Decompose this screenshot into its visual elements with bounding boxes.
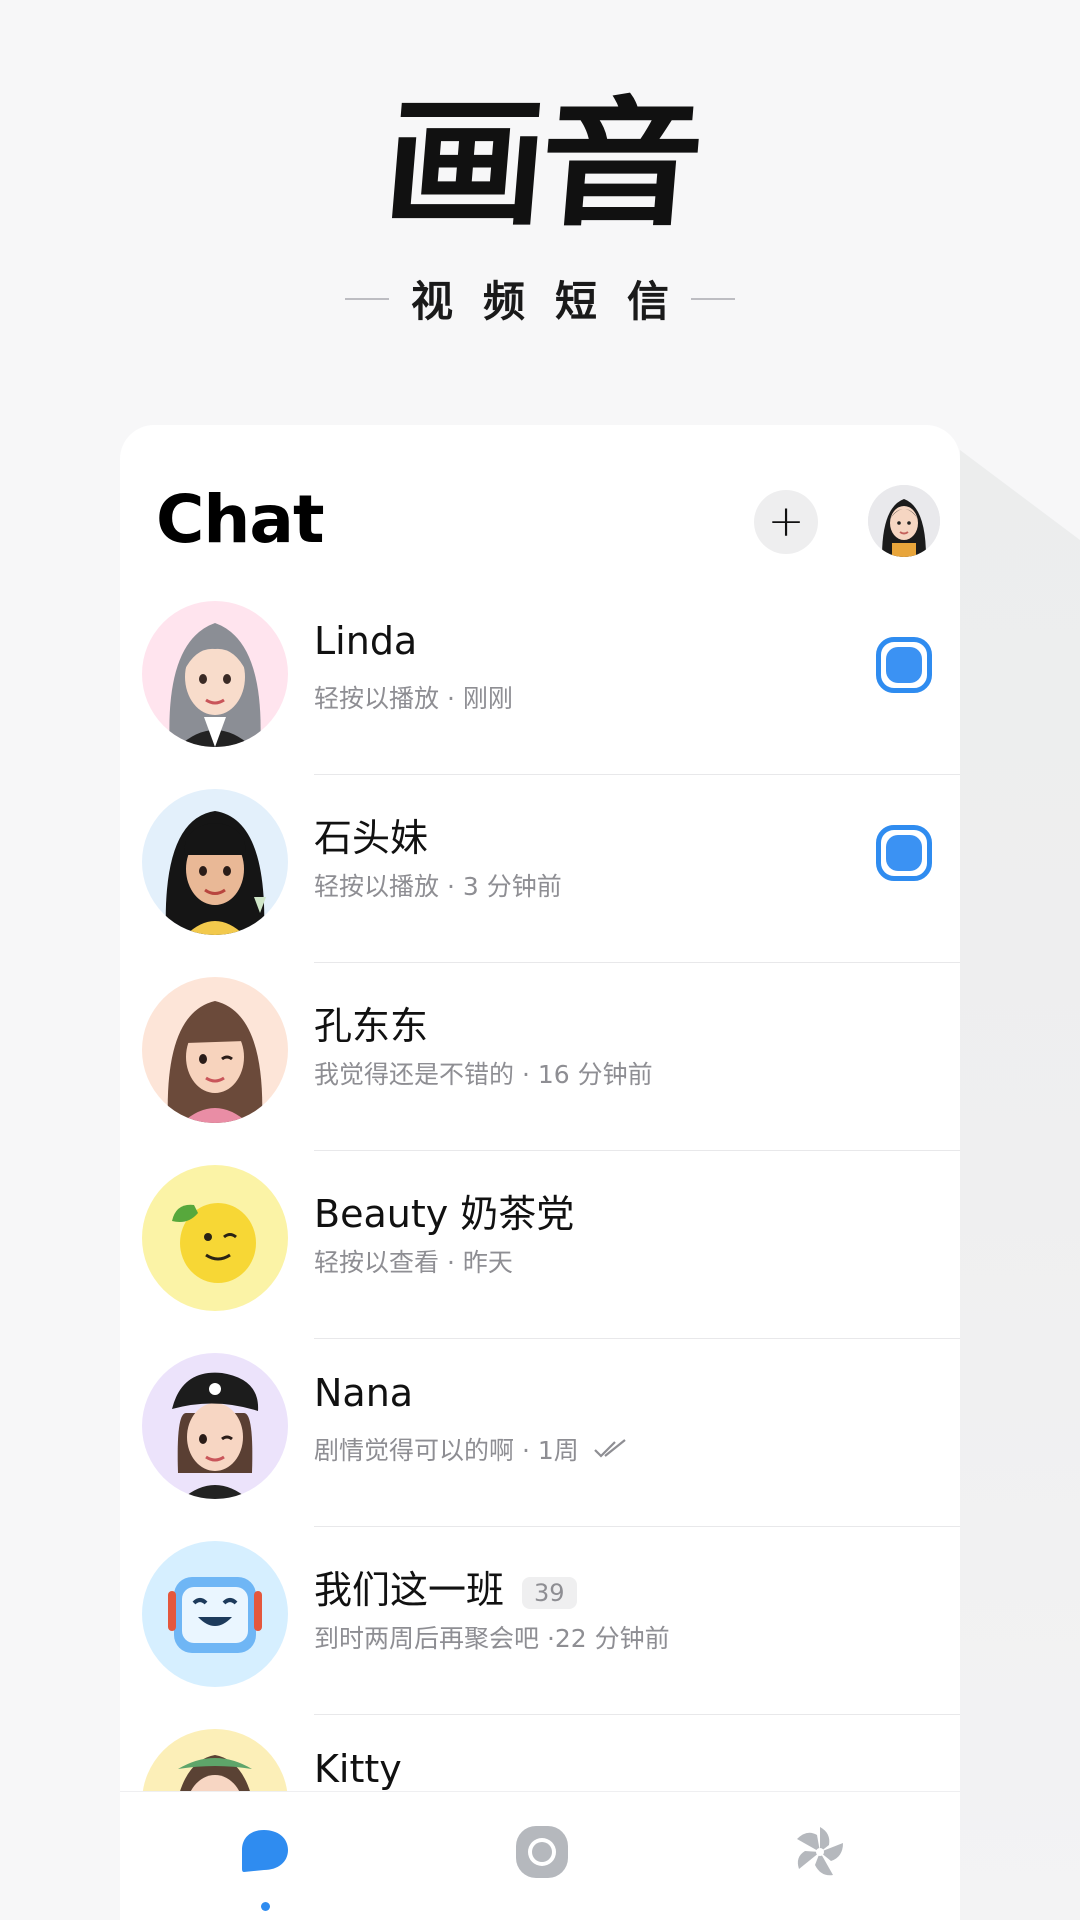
avatar bbox=[142, 789, 288, 935]
camera-icon bbox=[516, 1826, 568, 1878]
tagline-divider-left bbox=[344, 297, 389, 300]
app-logo: 画音 bbox=[377, 84, 703, 245]
chat-row-linda[interactable]: Linda 轻按以播放 · 刚刚 bbox=[120, 587, 960, 775]
tagline: 视频短信 bbox=[410, 277, 699, 326]
chat-subtitle: 到时两周后再聚会吧 ·22 分钟前 bbox=[314, 1624, 670, 1653]
avatar bbox=[142, 601, 288, 747]
avatar bbox=[142, 977, 288, 1123]
chat-subtitle: 我觉得还是不错的 · 16 分钟前 bbox=[314, 1060, 653, 1089]
chat-row-group-class[interactable]: 我们这一班 39 到时两周后再聚会吧 ·22 分钟前 bbox=[120, 1527, 960, 1715]
chat-subtitle: 轻按以查看 · 昨天 bbox=[314, 1248, 513, 1277]
brand-header: 画音 bbox=[0, 84, 1080, 245]
active-tab-indicator bbox=[261, 1902, 270, 1911]
page-title: Chat bbox=[156, 481, 325, 558]
tab-chat[interactable] bbox=[233, 1820, 297, 1884]
avatar bbox=[142, 1541, 288, 1687]
chat-name: Beauty 奶茶党 bbox=[314, 1192, 575, 1236]
chat-row-nana[interactable]: Nana 剧情觉得可以的啊 · 1周 bbox=[120, 1339, 960, 1527]
avatar bbox=[142, 1165, 288, 1311]
chat-name: Linda bbox=[314, 619, 418, 663]
chat-list: Linda 轻按以播放 · 刚刚 石头妹 轻按以播放 · 3 分钟前 孔东东 我… bbox=[120, 587, 960, 1903]
unread-video-icon[interactable] bbox=[876, 637, 932, 693]
avatar bbox=[142, 1353, 288, 1499]
chat-name: 石头妹 bbox=[314, 816, 429, 860]
add-chat-button[interactable]: + bbox=[754, 490, 818, 554]
read-receipt-icon bbox=[593, 1438, 629, 1460]
member-count-badge: 39 bbox=[522, 1576, 577, 1609]
chat-row-shitoumei[interactable]: 石头妹 轻按以播放 · 3 分钟前 bbox=[120, 775, 960, 963]
tab-bar bbox=[120, 1791, 960, 1920]
chat-subtitle: 轻按以播放 · 刚刚 bbox=[314, 684, 513, 713]
chat-name: Nana bbox=[314, 1371, 414, 1415]
pinwheel-icon bbox=[797, 1827, 843, 1876]
tagline-divider-right bbox=[691, 297, 735, 300]
avatar bbox=[868, 485, 940, 557]
unread-video-icon[interactable] bbox=[876, 825, 932, 881]
tab-camera[interactable] bbox=[510, 1820, 574, 1884]
profile-avatar[interactable] bbox=[868, 485, 940, 557]
chat-subtitle: 剧情觉得可以的啊 · 1周 bbox=[314, 1431, 629, 1467]
card-shadow bbox=[960, 450, 1080, 1920]
tagline-row: 视频短信 bbox=[0, 268, 1080, 329]
chat-name: 我们这一班 39 bbox=[314, 1559, 577, 1614]
tab-discover[interactable] bbox=[788, 1820, 852, 1884]
chat-row-kongdongdong[interactable]: 孔东东 我觉得还是不错的 · 16 分钟前 bbox=[120, 963, 960, 1151]
chat-card: Chat + Linda 轻按以播放 · 刚刚 石头妹 轻按以播放 · 3 分钟… bbox=[120, 425, 960, 1920]
chat-name: Kitty bbox=[314, 1747, 402, 1791]
plus-icon: + bbox=[767, 496, 805, 547]
chat-subtitle: 轻按以播放 · 3 分钟前 bbox=[314, 872, 562, 901]
chat-name: 孔东东 bbox=[314, 1004, 429, 1048]
chat-bubble-icon bbox=[242, 1830, 288, 1872]
chat-row-beauty[interactable]: Beauty 奶茶党 轻按以查看 · 昨天 bbox=[120, 1151, 960, 1339]
